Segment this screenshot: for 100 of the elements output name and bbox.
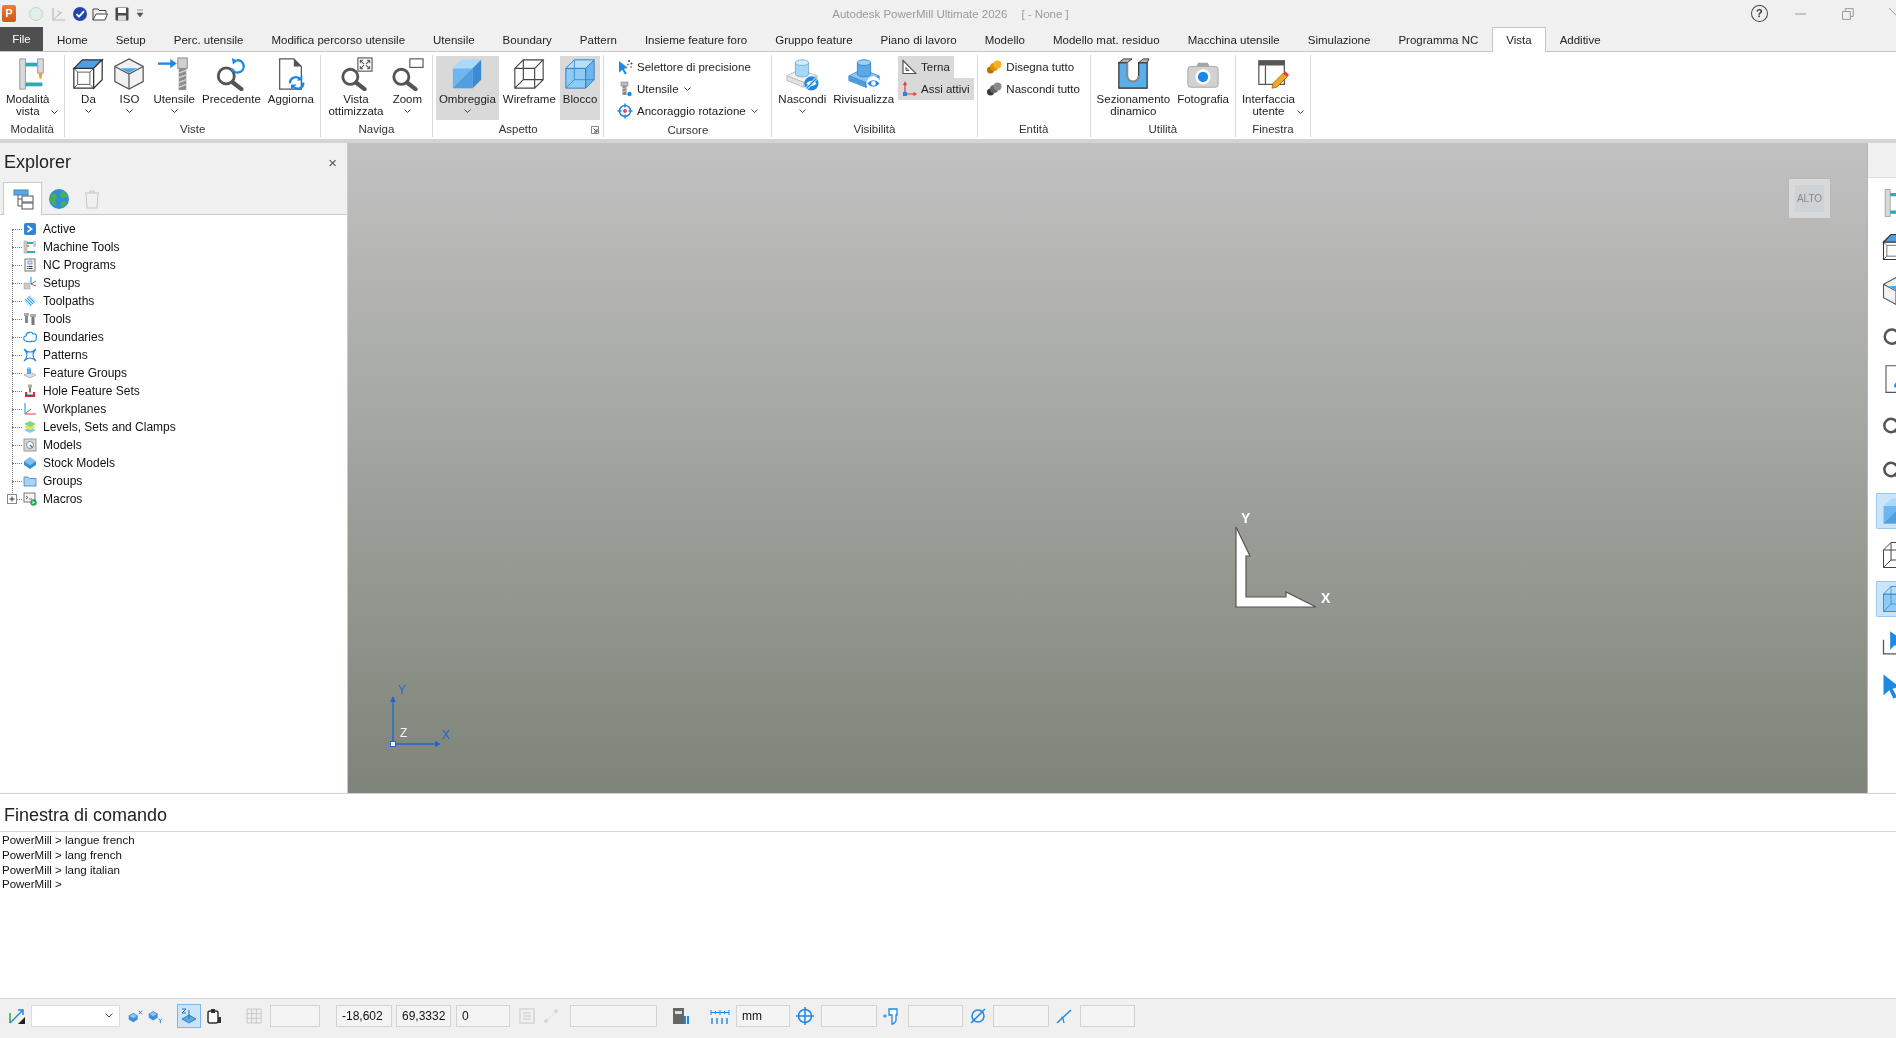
redisplay-button[interactable]: Rivisualizza — [830, 56, 898, 120]
stripes-icon — [23, 294, 37, 308]
previous-view-button[interactable]: Precedente — [199, 56, 264, 120]
machine-icon — [23, 240, 37, 254]
active-axes-button[interactable]: Assi attivi — [898, 78, 974, 100]
status-field[interactable] — [1080, 1004, 1135, 1027]
tree-item[interactable]: Patterns — [43, 348, 88, 362]
tree-item[interactable]: Feature Groups — [43, 366, 128, 380]
screenshot-button[interactable]: Fotografia — [1174, 56, 1232, 120]
status-field[interactable]: mm — [736, 1004, 790, 1027]
close-icon[interactable] — [1889, 8, 1896, 19]
cylinder-hide-icon — [785, 57, 820, 91]
toolbar-header — [1868, 143, 1896, 178]
curved-cross-icon — [23, 348, 37, 362]
stacked-diamond-icon — [23, 456, 37, 470]
crosshair-icon[interactable] — [795, 1004, 815, 1027]
iso-view-button[interactable]: ISO — [109, 56, 150, 120]
globe-icon — [47, 188, 70, 210]
spheres-icon — [986, 81, 1003, 97]
tree-item[interactable]: Groups — [43, 474, 83, 488]
console-line: PowerMill > lang french — [2, 847, 123, 863]
refresh-button[interactable]: Aggiorna — [264, 56, 317, 120]
ribbon-tab[interactable]: Home — [43, 27, 102, 51]
user-interface-button[interactable]: Interfaccia utente — [1238, 56, 1307, 120]
tree-item[interactable]: Boundaries — [43, 330, 104, 344]
axis-label: X — [442, 729, 450, 742]
tree-item[interactable]: Models — [43, 438, 82, 452]
ribbon-tab[interactable]: Pattern — [565, 27, 631, 51]
panel-title: Finestra di comando — [4, 805, 168, 825]
ribbon-tab[interactable]: Gruppo feature — [761, 27, 867, 51]
ribbon-tab[interactable]: Perc. utensile — [159, 27, 258, 51]
hide-all-button[interactable]: Nascondi tutto — [983, 78, 1084, 100]
tree-item[interactable]: Hole Feature Sets — [43, 384, 140, 398]
axis-label: Y — [398, 684, 406, 697]
shaded-cube-icon[interactable] — [1876, 493, 1896, 529]
ribbon-tab[interactable]: Piano di lavoro — [866, 27, 971, 51]
draw-all-button[interactable]: Disegna tutto — [983, 56, 1079, 78]
restore-icon[interactable] — [1842, 7, 1855, 20]
tree-item[interactable]: Toolpaths — [43, 294, 95, 308]
wireframe-button[interactable]: Wireframe — [499, 56, 559, 120]
ribbon-tab[interactable]: Utensile — [419, 27, 489, 51]
dialog-launcher-icon[interactable] — [591, 126, 600, 134]
ribbon-tab[interactable]: Setup — [101, 27, 160, 51]
tree-item[interactable]: Active — [43, 222, 76, 236]
fit-view-button[interactable]: Vista ottimizzata — [325, 56, 387, 120]
triad-button[interactable]: Terna — [898, 56, 954, 78]
status-field[interactable]: -18,602 — [336, 1004, 392, 1027]
tree-view-tab[interactable] — [3, 182, 42, 215]
tree-item[interactable]: Levels, Sets and Clamps — [43, 420, 176, 434]
close-button[interactable]: × — [326, 153, 339, 171]
window-title: Autodesk PowerMill Ultimate 2026 — [832, 7, 1008, 20]
ribbon-tab[interactable]: Additive — [1545, 27, 1615, 51]
group-label: Modalità — [10, 123, 54, 135]
tree-item[interactable]: Tools — [43, 312, 71, 326]
cursor-icon — [617, 59, 633, 75]
dynamic-section-button[interactable]: Sezionamento dinamico — [1093, 56, 1174, 120]
block-cube-icon[interactable] — [1876, 581, 1896, 617]
ribbon-tab[interactable]: Macchina utensile — [1173, 27, 1294, 51]
zoom-button[interactable]: Zoom — [387, 56, 428, 120]
tree-item[interactable]: Workplanes — [43, 402, 107, 416]
save-icon[interactable] — [114, 5, 130, 22]
folder-icon[interactable] — [92, 5, 108, 22]
ribbon-tab[interactable]: Modello — [970, 27, 1039, 51]
status-field[interactable] — [270, 1004, 320, 1027]
wireframe-cube-icon — [512, 57, 547, 91]
section-icon — [1116, 57, 1151, 91]
tree-item[interactable]: Machine Tools — [43, 240, 120, 254]
tool-cursor-button[interactable]: Utensile — [614, 78, 695, 100]
tree-item[interactable]: Macros — [43, 492, 83, 506]
status-field[interactable]: 69,3332 — [396, 1004, 451, 1027]
ribbon-tab[interactable]: Modello mat. residuo — [1038, 27, 1174, 51]
view-mode-button[interactable]: Modalità vista — [3, 56, 62, 120]
tree-item[interactable]: Setups — [43, 276, 81, 290]
tree-item[interactable]: Stock Models — [43, 456, 116, 470]
ribbon-tab[interactable]: Boundary — [488, 27, 566, 51]
status-field[interactable] — [821, 1004, 877, 1027]
ribbon-tab[interactable]: Insieme feature foro — [630, 27, 762, 51]
status-field[interactable] — [993, 1004, 1049, 1027]
expand-icon[interactable] — [7, 494, 17, 504]
hide-button[interactable]: Nascondi — [775, 56, 830, 120]
status-field[interactable] — [570, 1004, 657, 1027]
ribbon-tab[interactable]: Vista — [1492, 27, 1546, 52]
console-line: PowerMill > lang italian — [2, 862, 121, 878]
shaded-button[interactable]: Ombreggia — [435, 56, 499, 120]
block-button[interactable]: Blocco — [559, 56, 601, 120]
ribbon-tab[interactable]: Simulazione — [1293, 27, 1385, 51]
precision-selector-button[interactable]: Selettore di precisione — [614, 56, 755, 78]
tool-view-button[interactable]: Utensile — [150, 56, 199, 120]
file-tab[interactable]: File — [0, 27, 43, 51]
status-field[interactable]: 0 — [456, 1004, 510, 1027]
console-line: PowerMill > langue french — [2, 833, 136, 848]
ribbon-tab[interactable]: Modifica percorso utensile — [257, 27, 420, 51]
view-from-button[interactable]: Da — [68, 56, 109, 120]
axes-icon — [23, 402, 37, 416]
status-field[interactable] — [908, 1004, 963, 1027]
ribbon-tab[interactable]: Programma NC — [1384, 27, 1493, 51]
check-circle-icon[interactable] — [72, 5, 88, 22]
rotation-anchor-button[interactable]: Ancoraggio rotazione — [614, 100, 762, 122]
cube-icon — [112, 57, 147, 91]
tree-item[interactable]: NC Programs — [43, 258, 116, 272]
